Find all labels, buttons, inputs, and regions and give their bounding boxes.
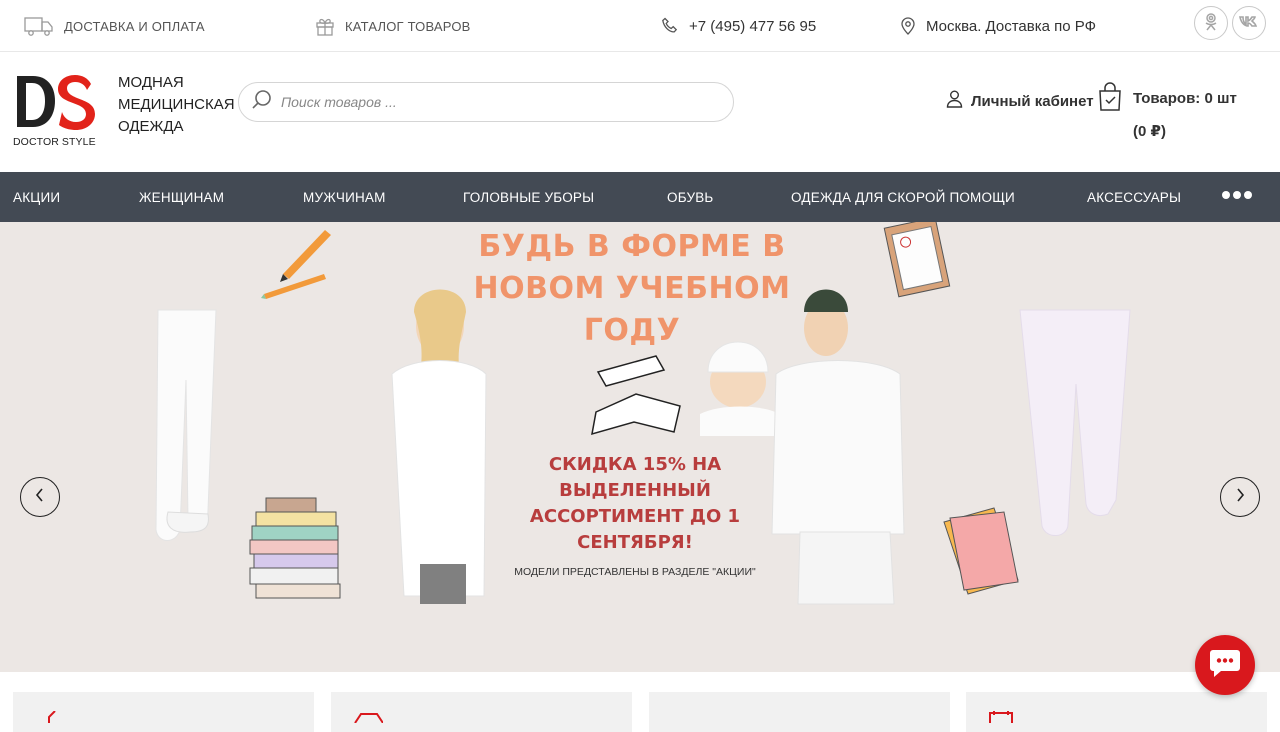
banner-headline: БУДЬ В ФОРМЕ В НОВОМ УЧЕБНОМ ГОДУ — [473, 229, 791, 348]
chevron-right-icon — [1235, 487, 1245, 507]
delivery-label: ДОСТАВКА И ОПЛАТА — [64, 18, 205, 34]
next-slide-button[interactable] — [1220, 477, 1260, 517]
banner-sale-text: СКИДКА 15% НА ВЫДЕЛЕННЫЙ АССОРТИМЕНТ ДО … — [529, 454, 741, 553]
prev-slide-button[interactable] — [20, 477, 60, 517]
city-info: Москва. Доставка по РФ — [900, 0, 1096, 52]
chat-button[interactable] — [1195, 635, 1255, 695]
feature-card[interactable] — [13, 692, 314, 732]
shopping-bag-icon — [1097, 82, 1123, 116]
pencil-icon — [261, 230, 331, 299]
cart-total: (0 ₽) — [1133, 123, 1166, 140]
nav-item-shoes[interactable]: ОБУВЬ — [667, 172, 714, 222]
account-label: Личный кабинет — [971, 92, 1094, 110]
phone-icon — [661, 17, 679, 35]
logo-text: DOCTOR STYLE — [13, 136, 96, 148]
site-logo[interactable]: DOCTOR STYLE — [13, 72, 96, 152]
nav-item-men[interactable]: МУЖЧИНАМ — [303, 172, 386, 222]
logo-mark — [17, 75, 95, 130]
location-pin-icon — [900, 17, 916, 35]
cart-summary: Товаров: 0 шт (0 ₽) — [1133, 82, 1273, 148]
account-link[interactable]: Личный кабинет — [946, 90, 1094, 112]
user-icon — [946, 90, 963, 112]
vk-link[interactable] — [1232, 6, 1266, 40]
books-stack-icon — [249, 497, 341, 599]
top-bar: ДОСТАВКА И ОПЛАТА КАТАЛОГ ТОВАРОВ +7 (49… — [0, 0, 1280, 52]
nav-item-women[interactable]: ЖЕНЩИНАМ — [139, 172, 224, 222]
hero-banner[interactable]: БУДЬ В ФОРМЕ В НОВОМ УЧЕБНОМ ГОДУ СКИДКА… — [0, 222, 1280, 672]
clipboard-icon — [883, 222, 951, 298]
open-book-icon — [591, 355, 681, 436]
search-icon[interactable] — [251, 89, 273, 116]
nav-item-ambulance[interactable]: ОДЕЖДА ДЛЯ СКОРОЙ ПОМОЩИ — [791, 172, 1015, 222]
chevron-left-icon — [35, 487, 45, 507]
calendar-icon — [988, 710, 1018, 728]
feature-card[interactable] — [331, 692, 632, 732]
odnoklassniki-icon — [1202, 12, 1220, 35]
catalog-label: КАТАЛОГ ТОВАРОВ — [345, 18, 471, 34]
site-header: DOCTOR STYLE МОДНАЯ МЕДИЦИНСКАЯ ОДЕЖДА Л… — [0, 52, 1280, 172]
site-tagline: МОДНАЯ МЕДИЦИНСКАЯ ОДЕЖДА — [118, 74, 235, 135]
main-nav: АКЦИИ ЖЕНЩИНАМ МУЖЧИНАМ ГОЛОВНЫЕ УБОРЫ О… — [0, 172, 1280, 222]
feature-card[interactable] — [649, 692, 950, 732]
gift-icon — [315, 16, 335, 36]
delivery-link[interactable]: ДОСТАВКА И ОПЛАТА — [24, 0, 205, 52]
chat-bubble-icon — [1209, 648, 1241, 683]
feature-card[interactable] — [966, 692, 1267, 732]
nav-item-accessories[interactable]: АКСЕССУАРЫ — [1087, 172, 1181, 222]
cart-link[interactable]: Товаров: 0 шт (0 ₽) — [1097, 82, 1237, 140]
phone-link[interactable]: +7 (495) 477 56 95 — [661, 0, 816, 52]
banner-note: МОДЕЛИ ПРЕДСТАВЛЕНЫ В РАЗДЕЛЕ "АКЦИИ" — [514, 566, 756, 578]
more-dots-icon[interactable] — [1222, 191, 1252, 199]
box-icon — [353, 710, 384, 728]
nav-item-headwear[interactable]: ГОЛОВНЫЕ УБОРЫ — [463, 172, 594, 222]
notebooks-icon — [943, 507, 1019, 595]
phone-number: +7 (495) 477 56 95 — [689, 17, 817, 35]
features-row — [0, 672, 1280, 732]
nav-item-sales[interactable]: АКЦИИ — [13, 172, 60, 222]
search-input[interactable] — [281, 94, 681, 110]
vk-icon — [1239, 15, 1259, 32]
cart-count: Товаров: 0 шт — [1133, 90, 1237, 107]
city-label: Москва. Доставка по РФ — [926, 17, 1097, 35]
thumbs-up-icon — [35, 710, 65, 728]
search-box[interactable] — [238, 82, 734, 122]
truck-icon — [24, 15, 54, 37]
odnoklassniki-link[interactable] — [1194, 6, 1228, 40]
catalog-link[interactable]: КАТАЛОГ ТОВАРОВ — [315, 0, 471, 52]
